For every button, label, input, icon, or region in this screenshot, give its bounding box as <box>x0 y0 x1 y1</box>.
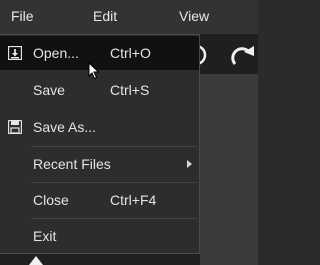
menu-item-exit[interactable]: Exit <box>0 219 199 253</box>
open-file-icon <box>7 45 23 63</box>
mouse-cursor-icon <box>88 61 100 85</box>
menu-view[interactable]: View <box>179 8 209 24</box>
floppy-disk-icon <box>7 119 23 137</box>
menu-item-recent-files[interactable]: Recent Files <box>0 147 199 181</box>
menu-item-label: Close <box>33 192 69 208</box>
menu-file[interactable]: File <box>11 8 34 24</box>
menu-item-label: Save <box>33 82 65 98</box>
menu-item-label: Open... <box>33 45 79 61</box>
menu-item-shortcut: Ctrl+O <box>110 45 151 61</box>
menu-item-close[interactable]: Close Ctrl+F4 <box>0 183 199 217</box>
menu-item-label: Recent Files <box>33 156 111 172</box>
submenu-arrow-icon <box>187 160 192 168</box>
menu-item-save-as[interactable]: Save As... <box>0 110 199 144</box>
canvas-area <box>200 74 258 265</box>
menu-item-shortcut: Ctrl+S <box>110 82 150 98</box>
menubar: File Edit View <box>0 0 258 34</box>
menu-item-label: Exit <box>33 228 57 244</box>
file-menu-dropdown: Open... Ctrl+O Save Ctrl+S Save As... Re… <box>0 34 200 254</box>
menu-item-shortcut: Ctrl+F4 <box>110 192 157 208</box>
redo-icon[interactable] <box>230 42 256 72</box>
position-marker-icon <box>29 256 43 265</box>
menu-item-label: Save As... <box>33 119 97 135</box>
menu-edit[interactable]: Edit <box>93 8 117 24</box>
